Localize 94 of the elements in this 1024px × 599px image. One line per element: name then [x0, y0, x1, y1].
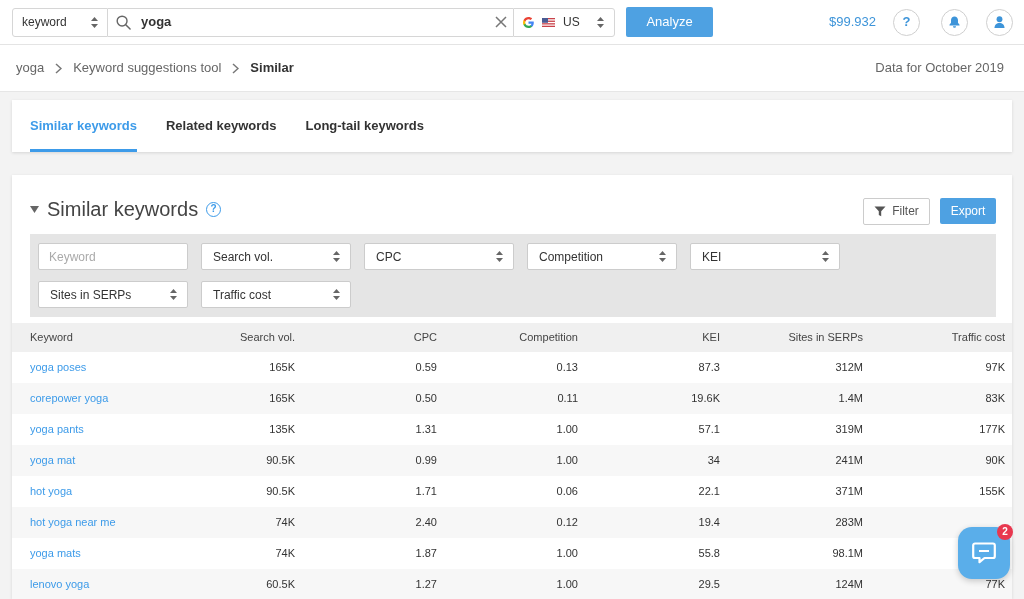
chat-bubble-icon [972, 542, 996, 564]
table-cell-text: 165K [269, 360, 295, 376]
bell-icon [949, 16, 960, 28]
table-cell-text: 83K [985, 391, 1005, 407]
chevron-icon [55, 62, 63, 74]
table-cell-text: 0.11 [557, 391, 578, 407]
table-cell-text: 1.4M [838, 391, 863, 407]
table-cell-text: 74K [275, 546, 295, 562]
data-date: Data for October 2019 [875, 59, 1004, 78]
table-cell-text: 1.00 [556, 577, 578, 593]
table-cell-text: 1.71 [415, 484, 437, 500]
table-cell-text: 34 [707, 453, 720, 469]
table-cell-text: 19.4 [698, 515, 720, 531]
table-cell-text: 0.06 [556, 484, 578, 500]
table-cell-text: 1.00 [556, 546, 578, 562]
filter-select[interactable]: Competition [527, 243, 677, 270]
chat-button[interactable]: 2 [958, 527, 1010, 579]
table-cell-text: 19.6K [691, 391, 720, 407]
table-cell-text: 1.00 [556, 453, 578, 469]
table-cell-text: 155K [979, 484, 1005, 500]
table-cell-text: 57.1 [698, 422, 720, 438]
search-icon [116, 14, 131, 30]
table-cell-text: 98.1M [832, 546, 863, 562]
table-cell-text: 2.40 [415, 515, 437, 531]
column-header[interactable]: Traffic cost [951, 329, 1005, 346]
account-button[interactable] [986, 8, 1013, 36]
table-cell-text: 1.87 [415, 546, 437, 562]
table-cell-text: 77K [985, 577, 1005, 593]
sort-caret-icon [496, 251, 503, 262]
sort-caret-icon [170, 289, 177, 300]
table-cell-text: 90K [985, 453, 1005, 469]
search-field[interactable]: yoga [108, 7, 513, 37]
table-cell-text: 165K [269, 391, 295, 407]
table-cell-text: 87.3 [698, 360, 720, 376]
table-cell-text: 0.13 [556, 360, 578, 376]
funnel-icon [874, 205, 887, 217]
filter-select[interactable]: CPC [364, 243, 514, 270]
filter-select[interactable]: Search vol. [201, 243, 351, 270]
notification-badge: 2 [997, 524, 1013, 540]
table-cell-text: 241M [835, 453, 863, 469]
tab[interactable]: Long-tail keywords [305, 100, 424, 152]
table-cell-text: 0.99 [415, 453, 437, 469]
table-cell-text: 124M [835, 577, 863, 593]
section-title: Similar keywords [47, 197, 199, 222]
breadcrumb-link[interactable]: yoga [16, 58, 45, 78]
table-cell-text: 0.50 [415, 391, 437, 407]
table-cell-text: 55.8 [698, 546, 720, 562]
table-cell-text: 371M [835, 484, 863, 500]
column-header[interactable]: CPC [413, 329, 437, 346]
table-cell-text: 97K [985, 360, 1005, 376]
table-cell-text: 90.5K [266, 453, 295, 469]
breadcrumb-link[interactable]: Keyword suggestions tool [73, 58, 222, 78]
table-cell-text: 60.5K [266, 577, 295, 593]
table-cell-text: 29.5 [698, 577, 720, 593]
table-cell-text: 90.5K [266, 484, 295, 500]
g-logo-icon [523, 16, 534, 28]
sort-caret-icon [91, 16, 98, 28]
user-icon [994, 16, 1005, 28]
tab[interactable]: Related keywords [165, 100, 277, 152]
table-cell-text: 1.27 [415, 577, 437, 593]
sort-caret-icon [822, 251, 829, 262]
table-cell-text: 135K [269, 422, 295, 438]
collapse-triangle-icon[interactable] [30, 206, 39, 213]
table-cell-text: 283M [835, 515, 863, 531]
table-cell-text: 22.1 [698, 484, 720, 500]
column-header[interactable]: Keyword [30, 329, 73, 346]
column-header[interactable]: Search vol. [239, 329, 295, 346]
table-cell-text: 74K [275, 515, 295, 531]
column-header[interactable]: Competition [519, 329, 578, 346]
table-cell-text: 312M [835, 360, 863, 376]
breadcrumb-current: Similar [250, 59, 294, 78]
column-header[interactable]: Sites in SERPs [788, 329, 863, 346]
filter-select[interactable]: Sites in SERPs [38, 281, 188, 308]
sort-caret-icon [597, 16, 604, 28]
filter-select[interactable]: KEI [690, 243, 840, 270]
search-type-select[interactable]: keyword [12, 7, 108, 37]
filter-button[interactable]: Filter [863, 197, 930, 225]
table-cell-text: 1.31 [415, 422, 437, 438]
table-cell-text: 0.59 [415, 360, 437, 376]
sort-caret-icon [333, 289, 340, 300]
sort-caret-icon [659, 251, 666, 262]
keyword-filter-input[interactable]: Keyword [38, 243, 188, 270]
country-select[interactable]: US [513, 7, 615, 37]
flag-icon [542, 17, 555, 27]
filter-select[interactable]: Traffic cost [201, 281, 351, 308]
table-cell-text: 0.12 [556, 515, 578, 531]
chevron-icon [232, 62, 240, 74]
sort-caret-icon [333, 251, 340, 262]
clear-icon[interactable] [495, 16, 507, 28]
column-header[interactable]: KEI [702, 329, 720, 346]
table-cell-text: 319M [835, 422, 863, 438]
notifications-button[interactable] [941, 8, 968, 36]
table-cell-text: 1.00 [556, 422, 578, 438]
table-cell-text: 177K [979, 422, 1005, 438]
